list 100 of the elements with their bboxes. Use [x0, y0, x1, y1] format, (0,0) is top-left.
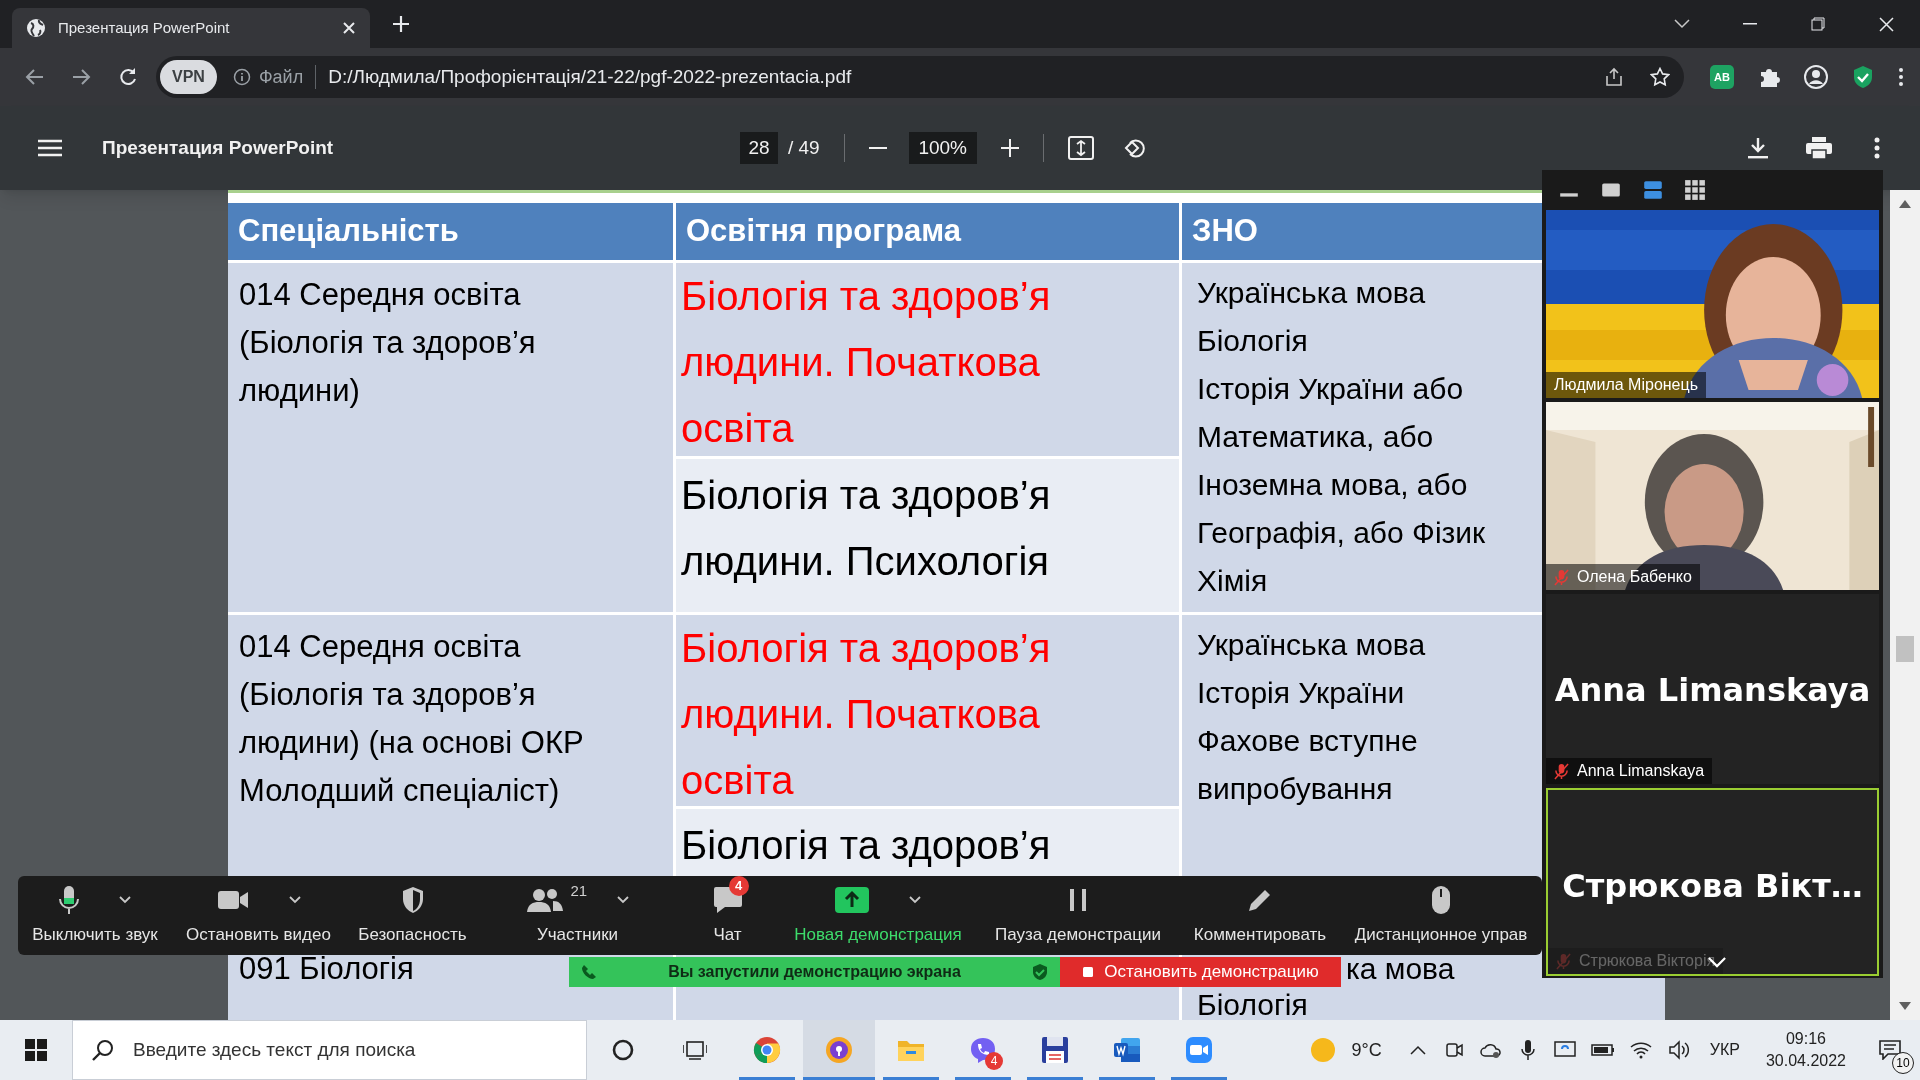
- participant-tile[interactable]: Стрюкова Вікт… Стрюкова Вікторія: [1546, 788, 1879, 976]
- browser-tab[interactable]: Презентация PowerPoint: [12, 8, 370, 48]
- download-icon[interactable]: [1748, 137, 1768, 159]
- share-icon[interactable]: [1604, 67, 1624, 87]
- mouse-icon: [1431, 884, 1451, 915]
- toolbar-button[interactable]: 21 Участники: [480, 876, 675, 955]
- task-view-icon[interactable]: [683, 1039, 707, 1061]
- scrollbar[interactable]: [1890, 190, 1920, 1020]
- toolbar-button[interactable]: 4 Чат: [675, 876, 780, 955]
- vpn-badge[interactable]: VPN: [160, 60, 217, 94]
- people-icon: [526, 887, 563, 912]
- tab-title: Презентация PowerPoint: [58, 17, 231, 38]
- close-icon[interactable]: [1878, 16, 1894, 32]
- taskbar-app[interactable]: 4: [947, 1020, 1019, 1080]
- minimize-icon[interactable]: [1743, 23, 1757, 25]
- date-text: 30.04.2022: [1765, 1051, 1846, 1071]
- pause-icon: [1069, 887, 1087, 912]
- taskbar-search-field[interactable]: Введите здесь текст для поиска: [72, 1020, 587, 1080]
- caret-icon[interactable]: [119, 895, 131, 904]
- back-icon[interactable]: [24, 68, 44, 86]
- microphone-icon[interactable]: [1520, 1039, 1535, 1061]
- exam-text: Історія України: [1197, 675, 1405, 711]
- toolbar-button[interactable]: Новая демонстрация: [780, 876, 976, 955]
- menu-icon[interactable]: [38, 139, 62, 157]
- shield-check-icon[interactable]: [1852, 65, 1874, 89]
- restore-icon[interactable]: [1811, 17, 1825, 31]
- scroll-up-icon[interactable]: [1899, 200, 1911, 208]
- puzzle-icon[interactable]: [1758, 66, 1780, 88]
- exam-text: Біологія: [1197, 987, 1308, 1020]
- phone-arrow-icon: [581, 964, 597, 980]
- column-header: Спеціальність: [228, 203, 673, 260]
- document-title: Презентация PowerPoint: [102, 135, 334, 160]
- address-bar[interactable]: VPN Файл D:/Людмила/Профорієнтація/21-22/pgf-2022-prezentacia.pdf: [156, 56, 1684, 98]
- caret-icon[interactable]: [616, 895, 629, 904]
- toolbar-button[interactable]: Пауза демонстрации: [976, 876, 1180, 955]
- fit-page-icon[interactable]: [1067, 136, 1094, 160]
- exam-text: випробування: [1197, 771, 1393, 807]
- speaker-icon[interactable]: [1667, 1040, 1690, 1060]
- gallery-view-icon[interactable]: [1684, 179, 1706, 201]
- participant-name: Anna Limanskaya: [1577, 761, 1705, 781]
- caret-up-icon[interactable]: [1409, 1045, 1426, 1055]
- menu-icon[interactable]: [1898, 67, 1904, 87]
- notification-count-badge: 10: [1892, 1052, 1914, 1074]
- info-icon[interactable]: [232, 68, 251, 86]
- participant-name: Стрюкова Вікторія: [1579, 951, 1716, 971]
- star-icon[interactable]: [1650, 67, 1670, 87]
- participant-tile[interactable]: Людмила Міронець: [1546, 210, 1879, 398]
- scheme-label: Файл: [258, 65, 304, 89]
- toolbar-button[interactable]: Комментировать: [1180, 876, 1340, 955]
- exam-text: Математика, або: [1197, 419, 1434, 455]
- shield-check-icon: [1032, 963, 1048, 981]
- exam-text: Іноземна мова, або: [1197, 467, 1468, 503]
- participant-name: Олена Бабенко: [1577, 567, 1692, 587]
- page-count: / 49: [788, 135, 820, 160]
- windows-start-icon[interactable]: [25, 1039, 47, 1061]
- taskbar-app[interactable]: [803, 1020, 875, 1080]
- scroll-thumb[interactable]: [1896, 636, 1914, 662]
- program-text: Біологія та здоров’я людини. Початкова освіта: [681, 273, 1051, 452]
- participant-tile[interactable]: Олена Бабенко: [1546, 402, 1879, 590]
- participant-count: 21: [570, 880, 588, 901]
- strip-view-icon[interactable]: [1642, 179, 1664, 201]
- reload-icon[interactable]: [118, 67, 138, 87]
- cortana-icon[interactable]: [612, 1039, 634, 1061]
- temperature-text[interactable]: 9°C: [1351, 1036, 1382, 1064]
- close-icon[interactable]: [342, 21, 356, 35]
- meet-now-icon[interactable]: [1444, 1040, 1463, 1060]
- stop-sharing-button[interactable]: Остановить демонстрацию: [1060, 957, 1341, 987]
- zoom-in-icon[interactable]: [1000, 139, 1019, 157]
- forward-icon[interactable]: [72, 68, 92, 86]
- globe-icon: [26, 18, 46, 38]
- chrome-icon: [753, 1036, 781, 1064]
- cloud-icon[interactable]: [1479, 1041, 1502, 1059]
- zoom-level-field[interactable]: 100%: [908, 132, 977, 164]
- table-cell-text: 014 Середня освіта (Біологія та здоров’я людини) (на основі ОКР Молодший спеціаліст): [239, 628, 584, 810]
- language-indicator[interactable]: УКР: [1709, 1038, 1740, 1062]
- page-number-field[interactable]: 28: [740, 132, 778, 164]
- program-text: Біологія та здоров’я: [681, 822, 1051, 869]
- scroll-down-icon[interactable]: [1899, 1002, 1911, 1010]
- profile-icon[interactable]: [1804, 65, 1828, 89]
- print-icon[interactable]: [1806, 137, 1832, 159]
- clock[interactable]: 09:16 30.04.2022: [1765, 1028, 1846, 1072]
- notification-icon[interactable]: [1879, 1040, 1901, 1060]
- search-icon: [92, 1039, 114, 1061]
- new-tab-icon[interactable]: [392, 15, 410, 33]
- microphone-icon: [59, 884, 79, 915]
- exam-text: Хімія: [1197, 563, 1268, 599]
- participant-display-name: Anna Limanskaya: [1553, 670, 1872, 711]
- chevron-down-icon[interactable]: [1674, 19, 1690, 29]
- exam-text: Історія України або: [1197, 371, 1464, 407]
- column-header: Освітня програма: [676, 203, 1179, 260]
- toolbar-button[interactable]: Выключить звук: [18, 876, 172, 955]
- shield-icon: [400, 885, 425, 914]
- caret-icon[interactable]: [909, 895, 921, 904]
- caret-icon[interactable]: [288, 895, 301, 904]
- wifi-icon[interactable]: [1629, 1041, 1652, 1059]
- battery-icon[interactable]: [1590, 1044, 1615, 1056]
- display-icon[interactable]: [1553, 1040, 1576, 1060]
- word-document-icon: [1113, 1036, 1141, 1064]
- more-icon[interactable]: [1874, 137, 1880, 159]
- participant-tile[interactable]: Anna Limanskaya Anna Limanskaya: [1546, 594, 1879, 784]
